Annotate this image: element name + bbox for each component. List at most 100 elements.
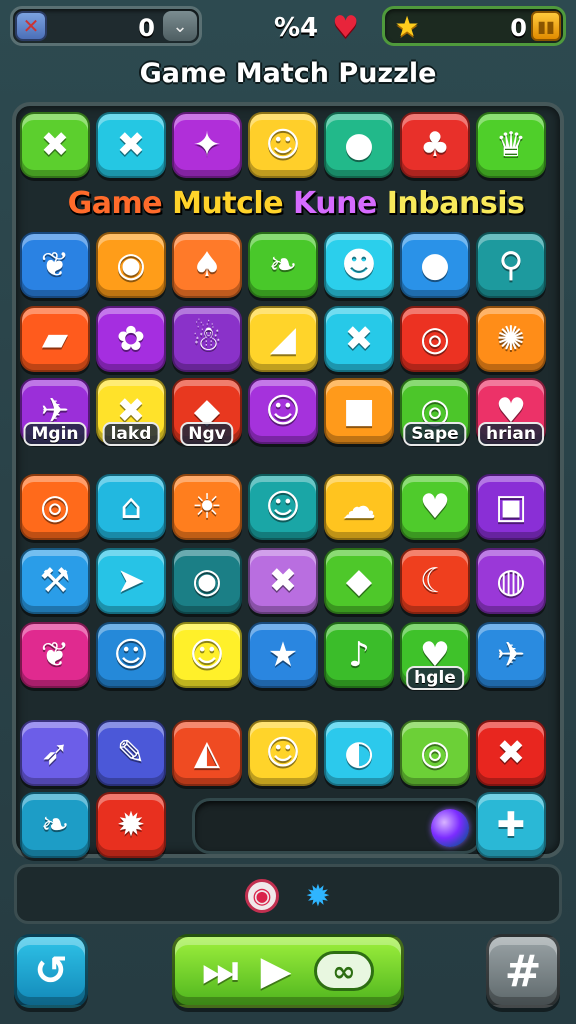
tile-yellow-blob[interactable]: ☺ — [248, 378, 318, 444]
tile-leaf-fan[interactable]: ❦ — [20, 622, 90, 688]
banner-word-4: Inbansis — [386, 186, 525, 221]
tile-drum[interactable]: ◍ — [476, 548, 546, 614]
tile-plus[interactable]: ✚ — [476, 792, 546, 858]
snow-creature-icon: ☃ — [191, 319, 223, 359]
green-fruit-icon: ● — [344, 125, 374, 165]
tile-label: hrian — [478, 422, 544, 446]
star-icon: ★ — [394, 9, 420, 43]
tile-bell[interactable]: ♠ — [172, 232, 242, 298]
tile-white-creature[interactable]: ☁ — [324, 474, 394, 540]
tile-jet[interactable]: ✈ Mgin — [20, 378, 90, 446]
tile-donut[interactable]: ◎ Sape — [400, 378, 470, 446]
purple-gem-icon: ◆ — [345, 561, 373, 601]
tile-brush[interactable]: ⚲ — [476, 232, 546, 298]
tile-hammer[interactable]: ⚒ — [20, 548, 90, 614]
blue-bomb-icon: ● — [420, 245, 450, 285]
tile-rock[interactable]: ◭ — [172, 720, 242, 786]
tile-fish[interactable]: ➶ — [20, 720, 90, 786]
play-button[interactable]: ⏭ ▶ ∞ — [172, 934, 404, 1008]
tile-hive[interactable]: ◉ — [96, 232, 166, 298]
glass-jar-icon: ▣ — [494, 487, 528, 527]
frog-icon: ☺ — [113, 635, 149, 675]
tile-green-smile[interactable]: ☺ — [248, 720, 318, 786]
top-hud: ✕ 0 ⌄ %4 ♥ ★ 0 ▮▮ — [10, 6, 566, 48]
tile-snow-creature[interactable]: ☃ — [172, 306, 242, 372]
tile-carrot[interactable]: ❧ — [20, 792, 90, 858]
tile-rocket[interactable]: ✈ — [476, 622, 546, 688]
tile-banana[interactable]: ☾ — [400, 548, 470, 614]
tile-ball[interactable]: ◐ — [324, 720, 394, 786]
right-counter-pill[interactable]: ★ 0 ▮▮ — [382, 6, 566, 46]
tile-burst[interactable]: ✹ — [96, 792, 166, 858]
tile-frog[interactable]: ☺ — [96, 622, 166, 688]
crossed-arrows-icon: ✖ — [344, 319, 374, 359]
infinity-icon: ∞ — [313, 951, 374, 991]
bell-icon: ♠ — [191, 245, 223, 285]
tile-blue-wedge[interactable]: ◢ — [248, 306, 318, 372]
tile-blue-heart[interactable]: ♥ — [400, 474, 470, 540]
tile-star-tile[interactable]: ★ — [248, 622, 318, 688]
tile-owl[interactable]: ☺ — [248, 474, 318, 540]
tile-bear-face[interactable]: ☺ — [248, 112, 318, 178]
yellow-blob-icon: ☺ — [265, 391, 301, 431]
progress-track[interactable] — [192, 798, 482, 854]
record-icon[interactable]: ◉ — [245, 879, 279, 913]
tile-target[interactable]: ◎ — [20, 474, 90, 540]
tile-strawberry[interactable]: ♥ hgle — [400, 622, 470, 690]
banana-icon: ☾ — [419, 561, 451, 601]
gear-icon[interactable]: ✹ — [301, 879, 335, 914]
tile-blue-orb[interactable]: ◉ — [172, 548, 242, 614]
tile-torch[interactable]: ♣ — [400, 112, 470, 178]
red-x-icon: ✖ — [496, 733, 526, 773]
tile-bandage[interactable]: ▰ — [20, 306, 90, 372]
drum-icon: ◍ — [496, 561, 526, 601]
tile-orange-x[interactable]: ✖ — [248, 548, 318, 614]
status-percent: %4 — [274, 12, 319, 43]
tile-orange-shell[interactable]: ✺ — [476, 306, 546, 372]
tile-white-x[interactable]: ✖ lakd — [96, 378, 166, 446]
tile-paperclip[interactable]: ◎ — [400, 306, 470, 372]
orange-x-icon: ✖ — [268, 561, 298, 601]
tile-cross-swords[interactable]: ✖ — [20, 112, 90, 178]
tile-sun-face[interactable]: ☀ — [172, 474, 242, 540]
grid-button[interactable]: # — [486, 934, 560, 1008]
chevron-down-icon[interactable]: ⌄ — [163, 11, 197, 41]
bandage-icon: ▰ — [41, 319, 69, 359]
tile-crown[interactable]: ♛ — [476, 112, 546, 178]
tile-red-box[interactable]: ■ — [324, 378, 394, 444]
tile-crossed-arrows[interactable]: ✖ — [324, 306, 394, 372]
left-counter-pill[interactable]: ✕ 0 ⌄ — [10, 6, 202, 46]
tile-green-fruit[interactable]: ● — [324, 112, 394, 178]
tile-blue-bomb[interactable]: ● — [400, 232, 470, 298]
grid-icon: # — [504, 945, 542, 997]
crossed-tools-icon[interactable]: ✕ — [15, 11, 47, 41]
leaf-icon: ❦ — [40, 245, 70, 285]
tile-torch-leaf[interactable]: ♪ — [324, 622, 394, 688]
right-counter-value: 0 — [510, 14, 527, 42]
puzzle-piece-icon: ✿ — [116, 319, 146, 359]
bottom-tray: ◉ ✹ — [14, 864, 562, 924]
tile-paper-plane[interactable]: ➤ — [96, 548, 166, 614]
coin-icon[interactable]: ▮▮ — [531, 11, 561, 41]
tile-leaf[interactable]: ❦ — [20, 232, 90, 298]
sun-face-icon: ☀ — [191, 487, 223, 527]
tile-red-x[interactable]: ✖ — [476, 720, 546, 786]
tile-blue-droplet[interactable]: ◆ Ngv — [172, 378, 242, 446]
tile-feather[interactable]: ❧ — [248, 232, 318, 298]
tile-pencil[interactable]: ✎ — [96, 720, 166, 786]
tile-pink-bear[interactable]: ☺ — [172, 622, 242, 688]
tile-house[interactable]: ⌂ — [96, 474, 166, 540]
tile-glass-jar[interactable]: ▣ — [476, 474, 546, 540]
tile-spinning-top[interactable]: ✦ — [172, 112, 242, 178]
rocket-icon: ✈ — [496, 635, 526, 675]
tile-bird[interactable]: ☻ — [324, 232, 394, 298]
tile-purple-gem[interactable]: ◆ — [324, 548, 394, 614]
magic-orb-icon[interactable] — [431, 809, 469, 847]
play-icon: ▶ — [260, 948, 292, 994]
tile-clock[interactable]: ◎ — [400, 720, 470, 786]
undo-button[interactable]: ↺ — [14, 934, 88, 1008]
target-icon: ◎ — [40, 487, 70, 527]
tile-heart-tile[interactable]: ♥ hrian — [476, 378, 546, 446]
tile-puzzle-piece[interactable]: ✿ — [96, 306, 166, 372]
tile-crossed-blades[interactable]: ✖ — [96, 112, 166, 178]
